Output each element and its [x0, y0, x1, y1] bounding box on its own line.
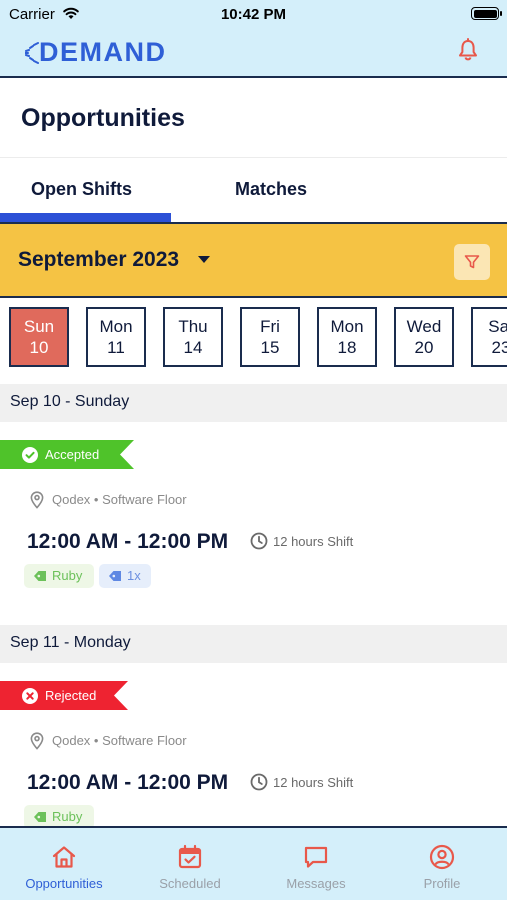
day-chip-mon-18[interactable]: Mon 18	[317, 307, 377, 367]
day-date: 18	[337, 338, 357, 357]
user-icon	[429, 844, 455, 870]
day-chip-wed-20[interactable]: Wed 20	[394, 307, 454, 367]
day-chip-sat-23[interactable]: Sat 23	[471, 307, 507, 367]
message-icon	[304, 846, 328, 868]
nav-scheduled[interactable]: Scheduled	[127, 828, 253, 900]
tag-label: Ruby	[52, 809, 83, 824]
x-circle-icon	[22, 688, 38, 704]
shift-time-range: 12:00 AM - 12:00 PM	[27, 771, 229, 794]
day-date: 14	[183, 338, 203, 357]
battery-icon	[471, 7, 502, 20]
day-date: 11	[107, 338, 125, 357]
tab-open-shifts[interactable]: Open Shifts	[31, 179, 132, 200]
location-text: Qodex • Software Floor	[52, 733, 187, 748]
clock-icon	[250, 532, 268, 550]
tab-matches[interactable]: Matches	[235, 179, 307, 200]
calendar-icon	[178, 844, 202, 869]
day-name: Fri	[260, 317, 280, 336]
nav-messages[interactable]: Messages	[253, 828, 379, 900]
day-chip-fri-15[interactable]: Fri 15	[240, 307, 300, 367]
status-bar: Carrier 10:42 PM	[0, 0, 507, 30]
day-date: 10	[29, 338, 49, 357]
page-title: Opportunities	[21, 104, 185, 132]
date-section-header: Sep 11 - Monday	[0, 625, 507, 663]
skill-tag: Ruby	[24, 564, 94, 588]
day-name: Mon	[330, 317, 364, 336]
tag-label: Ruby	[52, 568, 83, 583]
bell-icon[interactable]	[456, 38, 480, 62]
tag-label: 1x	[127, 568, 141, 583]
app-header: DEMAND	[0, 30, 507, 78]
status-text: Accepted	[45, 447, 100, 462]
day-date: 15	[260, 338, 280, 357]
day-name: Sat	[488, 317, 507, 336]
day-name: Sun	[23, 317, 55, 336]
nav-label: Scheduled	[159, 876, 221, 891]
day-name: Thu	[178, 317, 208, 336]
tag-icon	[34, 571, 46, 581]
date-section-label: Sep 11 - Monday	[10, 634, 131, 651]
tag-icon	[109, 571, 121, 581]
date-section-label: Sep 10 - Sunday	[10, 393, 130, 410]
day-date: 23	[491, 338, 507, 357]
day-name: Mon	[99, 317, 133, 336]
clock-icon	[250, 773, 268, 791]
nav-label: Profile	[423, 876, 461, 891]
month-dropdown[interactable]: September 2023	[18, 248, 179, 272]
tag-icon	[34, 812, 46, 822]
duration-text: 12 hours Shift	[273, 534, 354, 549]
day-chip-mon-11[interactable]: Mon 11	[86, 307, 146, 367]
filter-button[interactable]	[454, 244, 490, 280]
date-section-header: Sep 10 - Sunday	[0, 384, 507, 422]
day-strip: Sun 10 Mon 11 Thu 14 Fri 15 Mon 18 Wed 2…	[0, 306, 507, 368]
nav-label: Opportunities	[25, 876, 103, 891]
rate-tag: 1x	[99, 564, 151, 588]
month-selector-bar: September 2023	[0, 222, 507, 298]
chevron-down-icon[interactable]	[198, 256, 210, 263]
day-chip-thu-14[interactable]: Thu 14	[163, 307, 223, 367]
day-date: 20	[414, 338, 434, 357]
status-text: Rejected	[45, 688, 97, 703]
home-icon	[52, 846, 76, 868]
location-pin-icon	[30, 732, 44, 750]
day-name: Wed	[406, 317, 442, 336]
nav-profile[interactable]: Profile	[379, 828, 505, 900]
divider	[0, 157, 507, 158]
location-pin-icon	[30, 491, 44, 509]
nav-label: Messages	[286, 876, 346, 891]
check-circle-icon	[22, 447, 38, 463]
nav-opportunities[interactable]: Opportunities	[1, 828, 127, 900]
bottom-nav: Opportunities Scheduled Messages Profile	[0, 826, 507, 900]
clock: 10:42 PM	[220, 6, 287, 23]
filter-icon	[464, 255, 480, 269]
day-chip-sun-10[interactable]: Sun 10	[9, 307, 69, 367]
shift-time-range: 12:00 AM - 12:00 PM	[27, 530, 229, 553]
logo-mark-icon	[25, 42, 39, 64]
app-logo: DEMAND	[39, 37, 167, 67]
duration-text: 12 hours Shift	[273, 775, 354, 790]
location-text: Qodex • Software Floor	[52, 492, 187, 507]
active-tab-indicator	[0, 213, 171, 222]
